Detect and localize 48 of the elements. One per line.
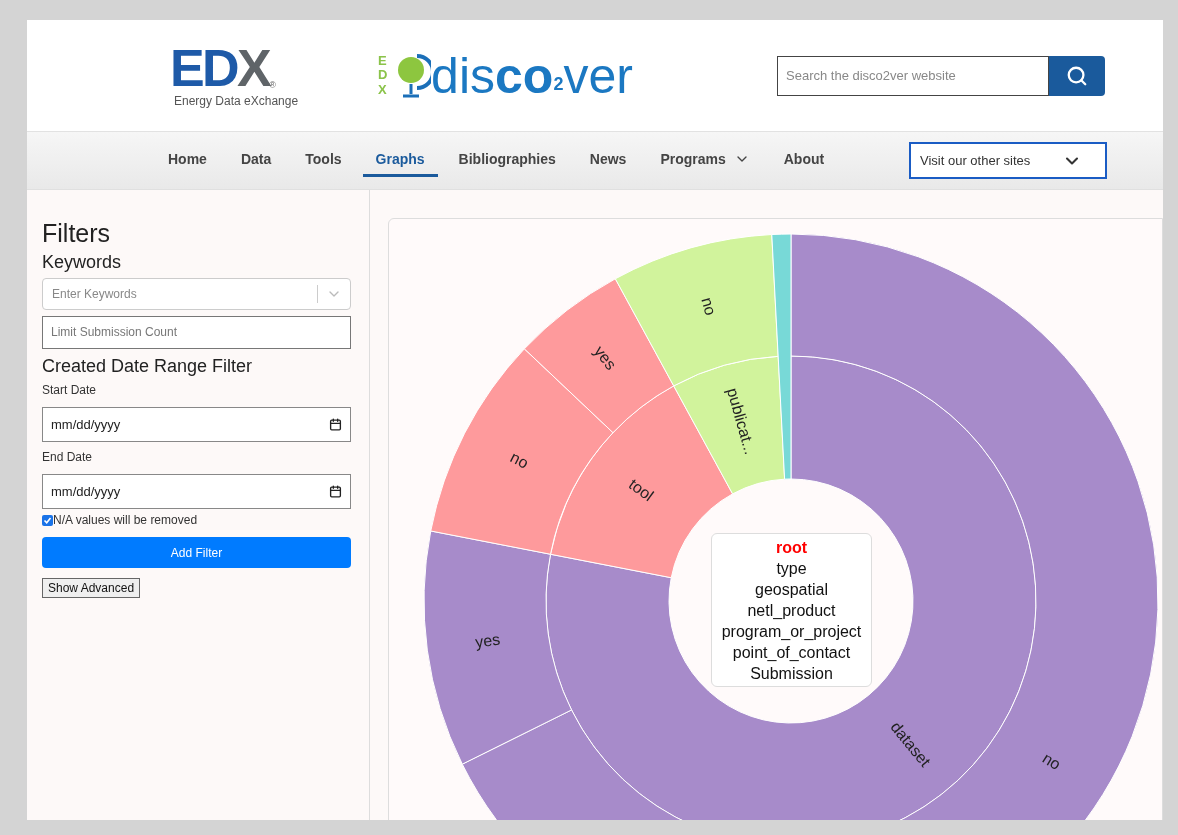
nav-link[interactable]: Graphs xyxy=(362,144,438,177)
legend-level: point_of_contact xyxy=(732,642,851,663)
start-date-field[interactable]: mm/dd/yyyy xyxy=(42,407,351,443)
sunburst-segment[interactable] xyxy=(673,355,786,495)
sunburst-segment[interactable] xyxy=(430,348,614,555)
calendar-icon[interactable] xyxy=(329,485,342,499)
nav-link[interactable]: Tools xyxy=(292,144,355,177)
edx-logo[interactable]: EDX® Energy Data eXchange xyxy=(170,42,299,109)
segment-label: yes xyxy=(474,630,502,651)
legend-current: root xyxy=(775,537,808,558)
legend-level: type xyxy=(776,558,807,579)
sites-dropdown[interactable]: Visit our other sites xyxy=(909,142,1107,179)
keywords-heading: Keywords xyxy=(42,251,123,274)
nav-link[interactable]: Data xyxy=(227,144,285,177)
end-date-label: End Date xyxy=(42,449,94,467)
sunburst-segment[interactable] xyxy=(523,278,675,434)
start-date-label: Start Date xyxy=(42,382,98,400)
sunburst-segment[interactable] xyxy=(771,233,792,480)
nav-link[interactable]: News xyxy=(576,144,640,177)
nav-link[interactable]: About xyxy=(770,144,838,177)
legend-level: Submission xyxy=(750,663,833,684)
segment-label: yes xyxy=(590,342,620,373)
na-checkbox-label: N/A values will be removed xyxy=(53,512,198,530)
nav-link[interactable]: Home xyxy=(155,144,220,177)
legend-level: geospatial xyxy=(755,579,828,600)
search-button[interactable] xyxy=(1049,55,1105,96)
nav-link[interactable]: Bibliographies xyxy=(445,144,569,177)
na-checkbox[interactable] xyxy=(42,514,53,526)
add-filter-button[interactable]: Add Filter xyxy=(42,537,351,569)
end-date-field[interactable]: mm/dd/yyyy xyxy=(42,474,351,510)
calendar-icon[interactable] xyxy=(329,418,342,432)
search-field[interactable]: Search the disco2ver website xyxy=(777,55,1049,96)
segment-label: no xyxy=(698,295,720,318)
filters-title: Filters xyxy=(42,218,112,249)
legend-level: program_or_project xyxy=(721,621,862,642)
keywords-select[interactable]: Enter Keywords xyxy=(42,277,351,310)
legend-level: netl_product xyxy=(747,600,836,621)
sunburst-segment[interactable] xyxy=(614,234,779,387)
segment-label: no xyxy=(1039,749,1064,774)
show-advanced-button[interactable]: Show Advanced xyxy=(42,578,141,599)
segment-label: tool xyxy=(625,475,657,505)
disco2ver-logo[interactable]: EDX disco2ver xyxy=(378,49,633,102)
search-icon xyxy=(1066,64,1088,87)
sunburst-segment[interactable] xyxy=(423,530,573,765)
segment-label: no xyxy=(507,448,532,472)
date-range-heading: Created Date Range Filter xyxy=(42,354,254,378)
limit-submission-field[interactable]: Limit Submission Count xyxy=(42,315,351,349)
nav-link[interactable]: Programs xyxy=(647,144,763,177)
